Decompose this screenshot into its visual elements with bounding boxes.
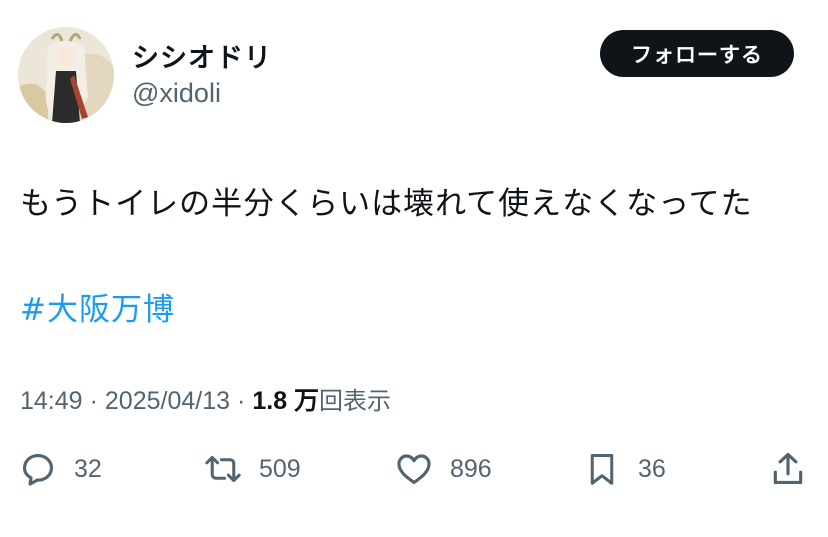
bookmark-button[interactable]: 36 [582, 449, 666, 489]
like-button[interactable]: 896 [394, 449, 492, 489]
meta-separator: · [89, 387, 98, 415]
share-icon [768, 449, 808, 489]
meta-separator: · [237, 387, 246, 415]
follow-button[interactable]: フォローする [600, 30, 794, 77]
post-date[interactable]: 2025/04/13 [105, 387, 230, 416]
avatar-image [18, 27, 114, 123]
hashtag-link[interactable]: #大阪万博 [20, 284, 175, 329]
like-count: 896 [450, 454, 492, 483]
bookmark-icon [582, 449, 622, 489]
views-count: 1.8 万 [252, 387, 320, 415]
avatar[interactable] [18, 27, 114, 123]
repost-count: 509 [259, 454, 301, 483]
post-time[interactable]: 14:49 [20, 387, 83, 416]
reply-button[interactable]: 32 [18, 449, 102, 489]
post-text: もうトイレの半分くらいは壊れて使えなくなってた [20, 186, 753, 222]
reply-count: 32 [74, 454, 102, 483]
author-display-name[interactable]: シシオドリ [132, 36, 272, 75]
share-button[interactable] [768, 449, 808, 489]
repost-button[interactable]: 509 [203, 449, 301, 489]
heart-icon [394, 449, 434, 489]
author-handle[interactable]: @xidoli [132, 78, 221, 109]
post-meta: 14:49 · 2025/04/13 · 1.8 万 回表示 [20, 381, 391, 417]
reply-icon [18, 449, 58, 489]
repost-icon [203, 449, 243, 489]
views-label: 回表示 [319, 387, 392, 415]
bookmark-count: 36 [638, 454, 666, 483]
